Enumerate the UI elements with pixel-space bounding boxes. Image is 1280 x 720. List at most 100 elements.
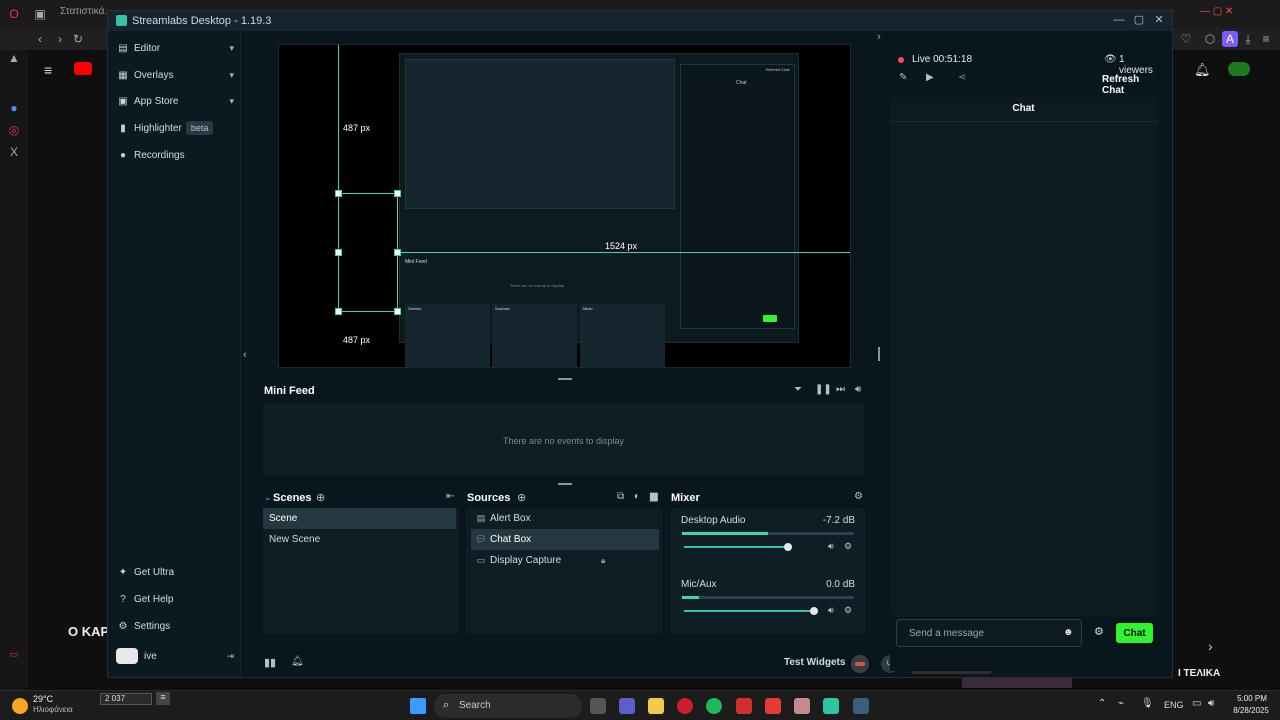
window-controls[interactable]: — ▢ ✕: [1200, 6, 1270, 22]
network-icon[interactable]: ⌁: [1118, 698, 1124, 709]
youtube-logo-icon[interactable]: [74, 62, 92, 75]
video-thumbnail[interactable]: [962, 678, 1072, 688]
volume-icon[interactable]: 🔊︎: [855, 384, 861, 395]
profile-icon[interactable]: A: [1222, 31, 1238, 47]
opera-gx-icon[interactable]: ▭: [6, 646, 22, 662]
nav-item-recordings[interactable]: ● Recordings: [116, 145, 234, 165]
filter-icon[interactable]: ⏷: [794, 384, 802, 395]
channel-avatar[interactable]: [1228, 62, 1250, 76]
nav-item-app-store[interactable]: ▣ App Store ▾: [116, 91, 234, 111]
resize-handle-mr[interactable]: [394, 249, 401, 256]
source-item[interactable]: ▭ Display Capture 🔒︎: [471, 550, 659, 571]
image-app-icon[interactable]: [794, 698, 810, 714]
spotify-icon[interactable]: [706, 698, 722, 714]
source-visibility-icon[interactable]: ◐: [634, 491, 640, 502]
nav-item-get-ultra[interactable]: ✦ Get Ultra: [116, 562, 234, 582]
heart-icon[interactable]: ♡: [1178, 31, 1194, 47]
extensions-icon[interactable]: ⬡: [1202, 31, 1218, 47]
resize-handle-ml[interactable]: [335, 249, 342, 256]
scene-transitions-icon[interactable]: ⇤: [446, 491, 454, 502]
source-folder-icon[interactable]: ▆: [650, 491, 658, 502]
taskbar-search[interactable]: ⌕ Search: [434, 694, 582, 718]
forward-icon[interactable]: ›: [52, 31, 68, 47]
instagram-icon[interactable]: ◎: [6, 122, 22, 138]
chevron-down-icon[interactable]: ▾: [229, 70, 234, 81]
volume-icon[interactable]: 🔊︎: [828, 541, 834, 552]
record-button[interactable]: [851, 655, 869, 673]
chevron-down-icon[interactable]: ▾: [229, 43, 234, 54]
chat-message-input[interactable]: Send a message ☻: [896, 619, 1082, 647]
task-view-icon[interactable]: [590, 698, 606, 714]
menu-icon[interactable]: ≡: [1258, 31, 1274, 47]
collapse-sidebar-icon[interactable]: ⇥: [226, 651, 234, 662]
display-icon[interactable]: ▭: [1192, 698, 1201, 709]
resize-handle-tr[interactable]: [394, 190, 401, 197]
speaker-icon[interactable]: 🔊︎: [1208, 698, 1214, 709]
pause-icon[interactable]: ❚❚: [815, 384, 832, 395]
clock-date[interactable]: 8/28/2025: [1226, 706, 1276, 715]
microphone-icon[interactable]: 🎙︎: [1141, 698, 1154, 709]
expand-right-icon[interactable]: ›: [877, 31, 881, 43]
windows-start-icon[interactable]: [410, 698, 426, 714]
file-explorer-icon[interactable]: [648, 698, 664, 714]
clock-time[interactable]: 5:00 PM: [1230, 694, 1274, 703]
resize-handle-bl[interactable]: [335, 308, 342, 315]
next-arrow-icon[interactable]: ›: [1208, 638, 1213, 654]
skip-icon[interactable]: ⏭: [836, 384, 845, 395]
x-icon[interactable]: X: [6, 144, 22, 160]
nav-item-settings[interactable]: ⚙ Settings: [116, 616, 234, 636]
chevron-down-icon[interactable]: ▾: [229, 96, 234, 107]
teams-icon[interactable]: [619, 698, 635, 714]
add-source-icon[interactable]: ⊕: [517, 491, 526, 504]
panel-resize-grip-2[interactable]: [558, 483, 572, 485]
notifications-icon[interactable]: 🔔︎: [1194, 62, 1211, 78]
channel-settings-icon[interactable]: ⚙: [844, 541, 852, 552]
nav-item-editor[interactable]: ▤ Editor ▾: [116, 38, 234, 58]
tray-overflow-icon[interactable]: ⌃: [1098, 698, 1106, 709]
test-widgets-label[interactable]: Test Widgets: [784, 657, 845, 668]
resize-handle-br[interactable]: [394, 308, 401, 315]
nav-item-overlays[interactable]: ▦ Overlays ▾: [116, 65, 234, 85]
resize-handle-tl[interactable]: [335, 190, 342, 197]
add-scene-icon[interactable]: ⊕: [316, 491, 325, 504]
chat-box[interactable]: Chat: [890, 97, 1157, 617]
scene-item[interactable]: Scene: [263, 508, 456, 529]
list-icon[interactable]: ≡: [156, 692, 170, 705]
scene-item[interactable]: New Scene: [263, 529, 456, 550]
mixer-settings-icon[interactable]: ⚙: [854, 491, 863, 502]
volume-slider-track[interactable]: [684, 546, 788, 548]
volume-icon[interactable]: 🔊︎: [828, 605, 834, 616]
weather-sun-icon[interactable]: [12, 698, 28, 714]
streamlabs-taskbar-icon[interactable]: [823, 698, 839, 714]
emoji-icon[interactable]: ☻: [1063, 627, 1074, 638]
nav-item-highlighter[interactable]: ▮ Highlighter beta: [116, 118, 234, 138]
app-taskbar-icon[interactable]: [853, 698, 869, 714]
language-indicator[interactable]: ENG: [1164, 700, 1184, 710]
download-icon[interactable]: ⤓: [1240, 31, 1256, 47]
back-icon[interactable]: ‹: [32, 31, 48, 47]
youtube-menu-icon[interactable]: ≡: [44, 62, 52, 78]
volume-slider-knob[interactable]: [810, 607, 818, 615]
source-group-icon[interactable]: ⧉: [617, 491, 624, 502]
aria-icon[interactable]: ▲: [6, 50, 22, 66]
volume-slider-knob[interactable]: [784, 543, 792, 551]
channel-settings-icon[interactable]: ⚙: [844, 605, 852, 616]
reload-icon[interactable]: ↻: [70, 31, 86, 47]
collapse-left-icon[interactable]: ‹: [243, 349, 247, 361]
preview-resize-grip[interactable]: [878, 347, 880, 361]
minimize-button[interactable]: —: [1112, 13, 1126, 27]
source-item[interactable]: 💬︎ Chat Box: [471, 529, 659, 550]
wps-office-icon[interactable]: [765, 698, 781, 714]
lock-icon[interactable]: 🔒︎: [601, 556, 605, 566]
chevron-down-icon[interactable]: ⌄: [264, 492, 272, 503]
close-button[interactable]: ✕: [1152, 13, 1166, 27]
tabs-icon[interactable]: ▣: [32, 6, 48, 22]
share-icon[interactable]: ⋖: [958, 72, 966, 83]
nav-item-live-profile[interactable]: ive ⇥: [116, 646, 234, 666]
performance-icon[interactable]: ▮▮: [264, 656, 276, 669]
maximize-button[interactable]: ▢: [1132, 13, 1146, 27]
source-item[interactable]: ▤ Alert Box: [471, 508, 659, 529]
red-app-icon[interactable]: [736, 698, 752, 714]
edit-stream-icon[interactable]: ✎: [899, 72, 907, 83]
stream-preview[interactable]: Chat Refresh Chat Mini Feed There are no…: [278, 44, 851, 368]
